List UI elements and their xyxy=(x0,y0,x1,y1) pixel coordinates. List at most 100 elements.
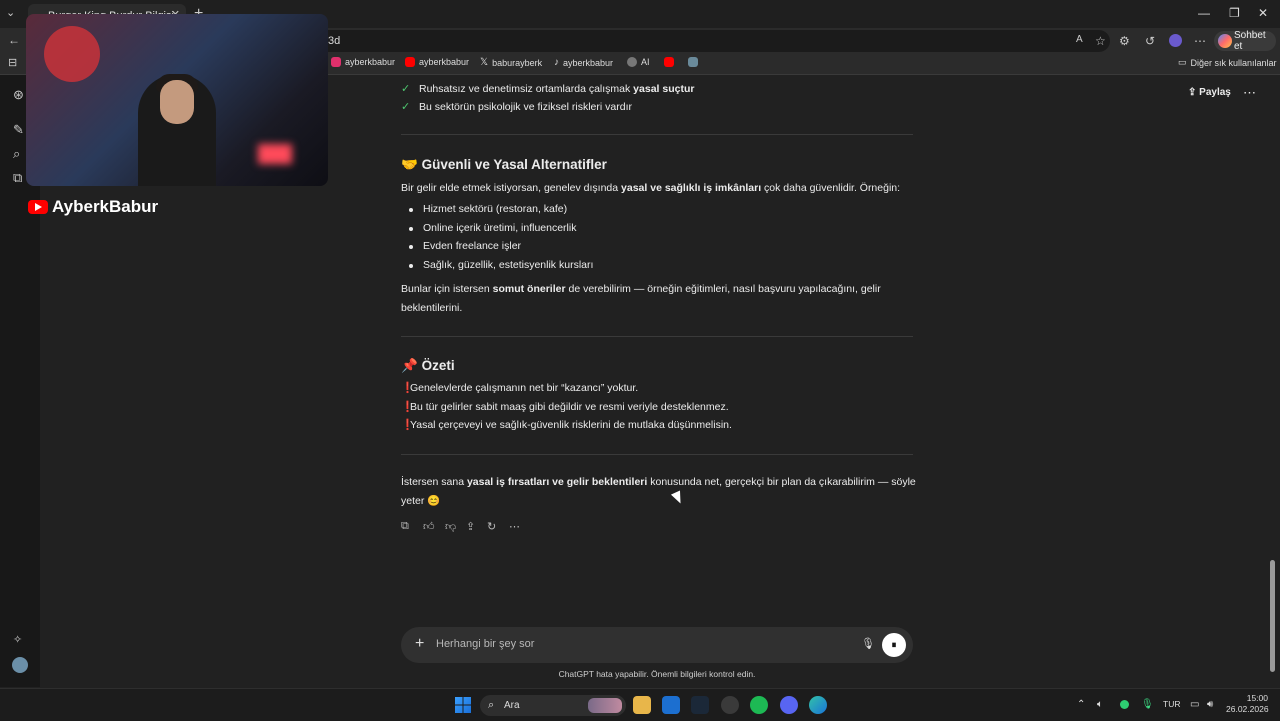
bullet-dot xyxy=(409,227,413,231)
red-light xyxy=(258,144,292,164)
discord-icon[interactable] xyxy=(780,696,798,714)
sidebar-toggle-icon[interactable]: ⊟ xyxy=(8,56,17,69)
close-window-icon[interactable]: ✕ xyxy=(1258,6,1268,20)
copilot-chat-button[interactable]: Sohbet et xyxy=(1214,30,1276,52)
read-aloud-icon[interactable]: A xyxy=(1076,34,1083,45)
bookmark-label: ayberkbabur xyxy=(419,57,470,67)
tray-chevron-icon[interactable]: ⌃ xyxy=(1077,699,1085,710)
file-explorer-icon[interactable] xyxy=(633,696,651,714)
list-item: Hizmet sektörü (restoran, kafe) xyxy=(423,203,568,215)
search-icon: ⌕ xyxy=(488,699,495,711)
microphone-icon[interactable]: 🎙︎ xyxy=(861,637,875,650)
x-icon: 𝕏 xyxy=(480,57,489,68)
paragraph-line: beklentilerini. xyxy=(401,302,463,314)
prompt-placeholder[interactable]: Herhangi bir şey sor xyxy=(436,638,534,650)
instagram-icon xyxy=(331,57,341,67)
tab-actions-chevron-icon[interactable]: ⌄ xyxy=(6,6,15,19)
system-clock[interactable]: 15:00 26.02.2026 xyxy=(1226,693,1269,715)
copilot-logo-icon xyxy=(1218,34,1232,48)
attach-plus-icon[interactable]: + xyxy=(415,635,424,653)
webcam-overlay xyxy=(26,14,328,186)
profile-avatar[interactable] xyxy=(1169,34,1182,47)
youtube-logo-icon xyxy=(28,200,48,214)
language-indicator[interactable]: TUR xyxy=(1163,699,1180,709)
mic-tray-icon[interactable]: 🎙︎ xyxy=(1141,699,1154,710)
wall-art-moon xyxy=(44,26,100,82)
clock-date: 26.02.2026 xyxy=(1226,704,1269,714)
bookmark-label: baburayberk xyxy=(492,57,543,68)
tiktok-icon: ♪ xyxy=(554,57,559,68)
other-bookmarks[interactable]: ▭ Diğer sık kullanılanlar xyxy=(1178,57,1277,68)
check-item: Ruhsatsız ve denetimsiz ortamlarda çalış… xyxy=(419,83,695,95)
library-icon[interactable]: ⧉ xyxy=(13,170,22,186)
thumbs-up-icon[interactable]: 👍︎ xyxy=(423,520,435,533)
bookmark-ai[interactable]: AI xyxy=(627,57,650,67)
pushpin-icon: 📌 xyxy=(401,358,418,373)
youtube-icon xyxy=(405,57,415,67)
bookmark-label: ayberkbabur xyxy=(563,57,614,68)
bullet-dot xyxy=(409,208,413,212)
photos-app-icon[interactable] xyxy=(662,696,680,714)
checkmark-icon: ✓ xyxy=(401,101,411,113)
scrollbar-thumb[interactable] xyxy=(1270,560,1275,672)
minimize-icon[interactable]: — xyxy=(1198,6,1210,20)
handshake-icon: 🤝 xyxy=(401,157,418,172)
prompt-composer[interactable]: + Herhangi bir şey sor 🎙︎ ⏸ xyxy=(401,627,913,663)
spotify-icon[interactable] xyxy=(750,696,768,714)
image-icon xyxy=(688,57,698,67)
favorite-star-icon[interactable]: ☆ xyxy=(1095,34,1106,48)
obs-icon[interactable] xyxy=(721,696,739,714)
copy-icon[interactable]: ⧉ xyxy=(401,520,409,533)
more-actions-icon[interactable]: ⋯ xyxy=(509,520,520,533)
conversation-more-icon[interactable]: ⋯ xyxy=(1243,85,1256,101)
search-icon[interactable]: ⌕ xyxy=(13,146,20,162)
steam-icon[interactable] xyxy=(691,696,709,714)
volume-icon[interactable]: 🔊︎ xyxy=(1207,699,1213,710)
upgrade-sparkle-icon[interactable]: ✧ xyxy=(13,633,22,646)
other-bookmarks-label: Diğer sık kullanılanlar xyxy=(1190,57,1277,68)
speaker-icon[interactable]: 🔈︎ xyxy=(1097,699,1103,710)
user-avatar[interactable] xyxy=(12,657,28,673)
address-text: 3d xyxy=(328,35,341,47)
extensions-icon[interactable]: ⚙ xyxy=(1119,34,1130,48)
check-item: Bu sektörün psikolojik ve fiziksel riskl… xyxy=(419,101,632,113)
divider xyxy=(401,336,913,337)
bookmark-x[interactable]: 𝕏 baburayberk xyxy=(480,57,542,68)
windows-start-icon[interactable] xyxy=(455,697,471,713)
history-icon[interactable]: ↺ xyxy=(1145,34,1155,48)
share-message-icon[interactable]: ⇪ xyxy=(466,520,475,533)
summary-item: Genelevlerde çalışmanın net bir “kazancı… xyxy=(410,382,639,394)
status-dot-icon[interactable] xyxy=(1120,700,1129,709)
paragraph-line: yeter 😊 xyxy=(401,495,441,507)
bookmark-image[interactable] xyxy=(688,57,698,67)
clock-time: 15:00 xyxy=(1246,693,1268,703)
edge-browser-icon[interactable] xyxy=(809,696,827,714)
restore-icon[interactable]: ❐ xyxy=(1229,6,1240,20)
bookmark-youtube-2[interactable] xyxy=(664,57,674,67)
bookmark-tiktok[interactable]: ♪ ayberkbabur xyxy=(554,57,613,68)
thumbs-down-icon[interactable]: 👎︎ xyxy=(445,520,456,533)
list-item: Sağlık, güzellik, estetisyenlik kursları xyxy=(423,259,594,271)
share-icon: ⇪ xyxy=(1188,87,1197,98)
paragraph: Bir gelir elde etmek istiyorsan, genelev… xyxy=(401,182,901,194)
regenerate-icon[interactable]: ↻ xyxy=(487,520,496,533)
search-highlight-art xyxy=(588,698,622,713)
search-label: Ara xyxy=(504,700,520,711)
back-arrow-icon[interactable]: ← xyxy=(8,33,20,47)
streamer-face xyxy=(160,80,194,124)
network-icon[interactable]: ▭ xyxy=(1190,699,1199,710)
bullet-dot xyxy=(409,245,413,249)
more-menu-icon[interactable]: ⋯ xyxy=(1194,34,1206,48)
bookmark-youtube[interactable]: ayberkbabur xyxy=(405,57,469,67)
youtube-icon xyxy=(664,57,674,67)
paragraph: İstersen sana yasal iş fırsatları ve gel… xyxy=(401,476,916,488)
chatgpt-logo-icon[interactable]: ⊛ xyxy=(13,87,24,103)
share-button[interactable]: ⇪ Paylaş xyxy=(1188,87,1231,98)
bookmark-instagram[interactable]: ayberkbabur xyxy=(331,57,395,67)
taskbar-search[interactable]: ⌕ Ara xyxy=(480,695,626,716)
channel-watermark: AyberkBabur xyxy=(28,197,158,217)
new-chat-icon[interactable]: ✎ xyxy=(13,122,24,138)
section-heading: 🤝 Güvenli ve Yasal Alternatifler xyxy=(401,157,607,172)
divider xyxy=(401,134,913,135)
voice-mode-icon[interactable]: ⏸ xyxy=(882,633,906,657)
